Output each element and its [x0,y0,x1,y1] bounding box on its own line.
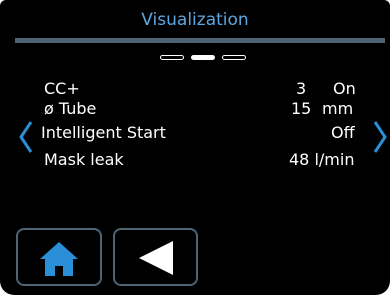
param-label: ø Tube [44,99,97,118]
page-dot-2[interactable] [191,55,215,60]
page-indicator [0,55,390,63]
param-row-tube: ø Tube 15 mm [0,97,390,121]
device-screen: Visualization CC+ 3 On ø Tube 15 mm Inte… [0,0,390,295]
param-label: Mask leak [44,150,124,169]
param-value: 48 l/min [289,150,355,169]
page-dot-3[interactable] [222,55,246,60]
chevron-left-icon[interactable] [18,120,34,154]
param-row-mask-leak: Mask leak 48 l/min [0,148,390,172]
back-button[interactable] [113,228,198,286]
back-triangle-icon [139,241,173,275]
home-button[interactable] [16,228,102,286]
param-unit: mm [322,99,354,118]
title-underline [15,38,385,43]
page-dot-1[interactable] [160,55,184,60]
param-value: Off [331,123,355,142]
home-icon [40,242,78,276]
param-value: 15 [291,99,312,118]
screen-title: Visualization [141,10,249,30]
param-label: Intelligent Start [41,123,166,142]
chevron-right-icon[interactable] [372,120,388,154]
param-row-intelligent-start: Intelligent Start Off [0,121,390,145]
